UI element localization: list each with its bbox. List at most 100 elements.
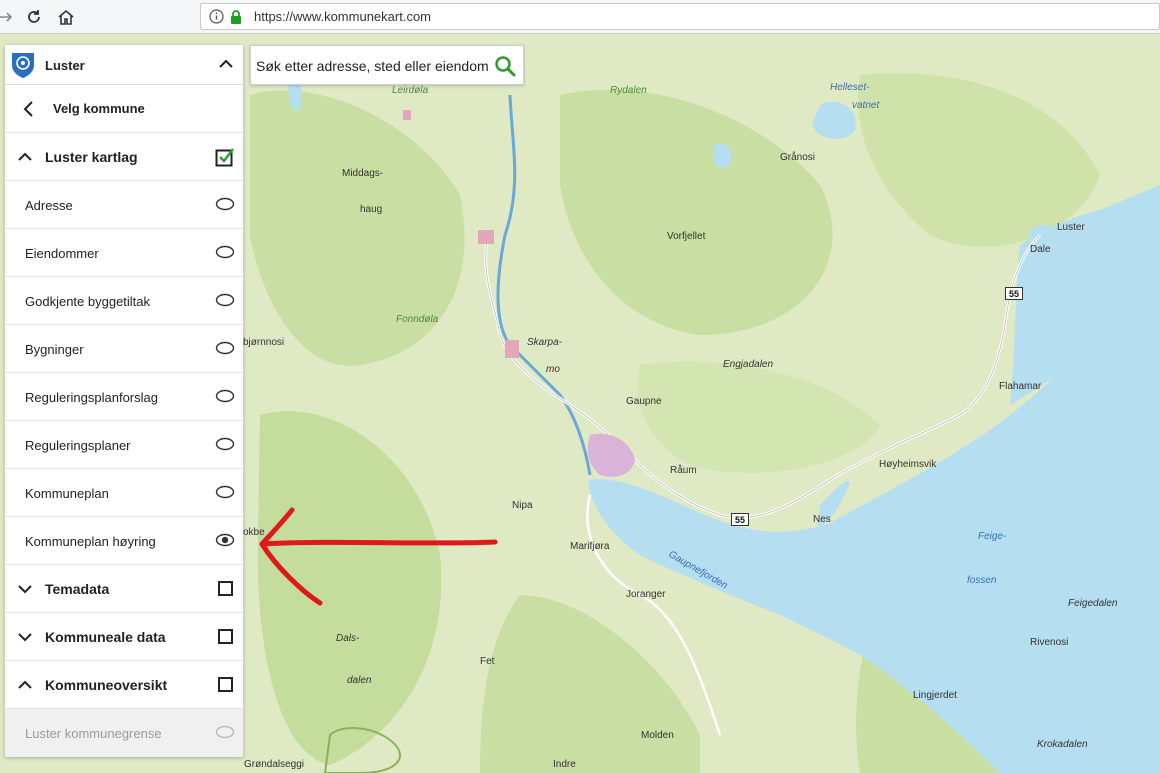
reload-icon[interactable] bbox=[22, 5, 46, 29]
map-label: Lingjerdet bbox=[913, 690, 957, 701]
chevron-down-icon bbox=[17, 581, 33, 602]
layer-label: Godkjente byggetiltak bbox=[25, 294, 151, 309]
chevron-down-icon bbox=[17, 629, 33, 650]
layer-row[interactable]: Adresse bbox=[5, 181, 243, 229]
layer-group-luster-kartlag[interactable]: Luster kartlag bbox=[5, 133, 243, 181]
eye-closed-icon[interactable] bbox=[215, 437, 235, 456]
url-text: https://www.kommunekart.com bbox=[254, 9, 431, 24]
search-input[interactable] bbox=[256, 55, 488, 77]
eye-closed-icon[interactable] bbox=[215, 389, 235, 408]
layer-label: Luster kommunegrense bbox=[25, 726, 162, 741]
road-sign: 55 bbox=[731, 513, 749, 526]
map-label: vatnet bbox=[852, 100, 880, 111]
layer-group-label: Luster kartlag bbox=[45, 149, 138, 165]
map-label: Feigedalen bbox=[1068, 598, 1118, 609]
municipality-name: Luster bbox=[45, 58, 85, 73]
map-label: bjørnnosi bbox=[243, 337, 285, 348]
eye-closed-icon[interactable] bbox=[215, 293, 235, 312]
chevron-up-icon bbox=[17, 149, 33, 170]
section-checkbox[interactable] bbox=[218, 629, 233, 644]
map-label: Nipa bbox=[512, 500, 533, 511]
annotation-arrow-shaft bbox=[259, 539, 498, 547]
layer-label: Reguleringsplaner bbox=[25, 438, 131, 453]
map-label: Grånosi bbox=[780, 152, 816, 163]
map-label: Høyheimsvik bbox=[879, 459, 937, 470]
chevron-up-icon bbox=[17, 677, 33, 698]
layer-row[interactable]: Kommuneplan høyring bbox=[5, 517, 243, 565]
section-label: Kommuneale data bbox=[45, 629, 166, 645]
layer-label: Adresse bbox=[25, 198, 73, 213]
map-label: Skarpa- bbox=[527, 337, 563, 348]
home-icon[interactable] bbox=[54, 5, 78, 29]
back-label: Velg kommune bbox=[53, 101, 145, 116]
section-kommuneoversikt[interactable]: Kommuneoversikt bbox=[5, 661, 243, 709]
map-label: Leirdøla bbox=[392, 85, 429, 96]
map-label: Helleset- bbox=[830, 82, 870, 93]
section-checkbox[interactable] bbox=[218, 581, 233, 596]
map-label: Nes bbox=[813, 514, 831, 525]
map-label: Molden bbox=[641, 730, 674, 741]
map-label: Middags- bbox=[342, 168, 384, 179]
eye-closed-icon[interactable] bbox=[215, 197, 235, 216]
chevron-left-icon bbox=[21, 100, 37, 123]
choose-municipality-button[interactable]: Velg kommune bbox=[5, 85, 243, 133]
layer-row[interactable]: Reguleringsplanforslag bbox=[5, 373, 243, 421]
municipality-crest-icon bbox=[10, 51, 36, 79]
layer-label: Kommuneplan høyring bbox=[25, 534, 156, 549]
map-label: Engjadalen bbox=[723, 359, 774, 370]
map-label: Råum bbox=[670, 465, 697, 476]
layer-label: Kommuneplan bbox=[25, 486, 109, 501]
map-label: Vorfjellet bbox=[667, 231, 706, 242]
eye-closed-icon bbox=[215, 725, 235, 744]
layer-row[interactable]: Reguleringsplaner bbox=[5, 421, 243, 469]
eye-closed-icon[interactable] bbox=[215, 341, 235, 360]
layer-label: Eiendommer bbox=[25, 246, 99, 261]
layer-panel: Luster Velg kommune Luster kartlag Adres… bbox=[5, 45, 243, 757]
layer-row[interactable]: Eiendommer bbox=[5, 229, 243, 277]
layer-row[interactable]: Godkjente byggetiltak bbox=[5, 277, 243, 325]
map-label: Marifjøra bbox=[570, 541, 610, 552]
section-temadata[interactable]: Temadata bbox=[5, 565, 243, 613]
map-label: Fonndøla bbox=[396, 314, 439, 325]
layer-row[interactable]: Bygninger bbox=[5, 325, 243, 373]
map-label: fossen bbox=[967, 575, 997, 586]
chevron-up-icon[interactable] bbox=[217, 55, 235, 78]
info-icon[interactable] bbox=[209, 9, 224, 29]
map-label: Luster bbox=[1057, 222, 1085, 233]
eye-closed-icon[interactable] bbox=[215, 245, 235, 264]
map-label: Feige- bbox=[978, 531, 1007, 542]
map-label: Rivenosi bbox=[1030, 637, 1069, 648]
map-label: Dals- bbox=[336, 633, 360, 644]
search-box bbox=[250, 45, 524, 85]
search-icon[interactable] bbox=[493, 54, 517, 78]
address-bar[interactable]: https://www.kommunekart.com bbox=[200, 3, 1160, 30]
section-kommuneale-data[interactable]: Kommuneale data bbox=[5, 613, 243, 661]
map-label: Krokadalen bbox=[1037, 739, 1088, 750]
map-label: Flahamar bbox=[999, 381, 1042, 392]
layer-row[interactable]: Kommuneplan bbox=[5, 469, 243, 517]
eye-closed-icon[interactable] bbox=[215, 485, 235, 504]
map-label: mo bbox=[546, 364, 560, 375]
eye-open-icon[interactable] bbox=[215, 533, 235, 552]
map-label: dalen bbox=[347, 675, 372, 686]
lock-icon bbox=[230, 10, 242, 29]
road-sign: 55 bbox=[1005, 287, 1023, 300]
layer-row-disabled: Luster kommunegrense bbox=[5, 709, 243, 757]
map-label: Fet bbox=[480, 656, 495, 667]
map-label: Rydalen bbox=[610, 85, 647, 96]
browser-toolbar: https://www.kommunekart.com bbox=[0, 0, 1160, 34]
map-label: okbe bbox=[243, 527, 265, 538]
section-label: Kommuneoversikt bbox=[45, 677, 168, 693]
map-label: Dale bbox=[1030, 244, 1051, 255]
layer-group-checkbox[interactable] bbox=[215, 147, 235, 172]
map-label: Joranger bbox=[626, 589, 666, 600]
map-label: Gaupne bbox=[626, 396, 662, 407]
map-label: Indre bbox=[553, 759, 576, 770]
section-checkbox[interactable] bbox=[218, 677, 233, 692]
section-label: Temadata bbox=[45, 581, 110, 597]
panel-header[interactable]: Luster bbox=[5, 45, 243, 85]
layer-label: Bygninger bbox=[25, 342, 84, 357]
map-label: Grøndalseggi bbox=[244, 759, 305, 770]
map-label: haug bbox=[360, 204, 383, 215]
forward-icon[interactable] bbox=[0, 5, 18, 29]
